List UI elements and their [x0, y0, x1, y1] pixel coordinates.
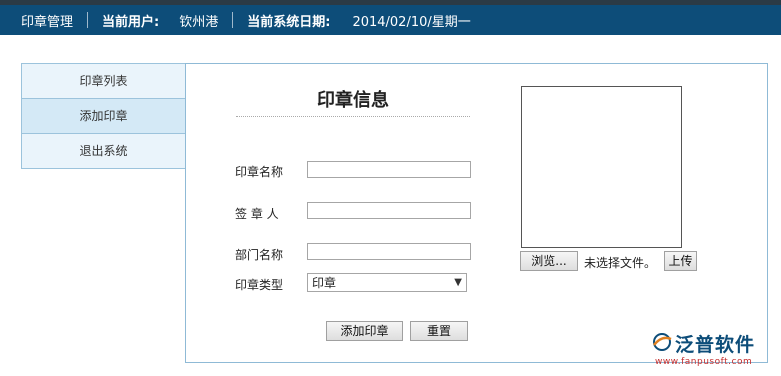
browse-button[interactable]: 浏览...: [520, 251, 578, 271]
seal-name-input[interactable]: [307, 161, 471, 178]
sidebar-item-seal-list[interactable]: 印章列表: [22, 64, 185, 99]
department-input[interactable]: [307, 243, 471, 260]
form-title: 印章信息: [236, 86, 470, 117]
signer-label: 签 章 人: [235, 207, 279, 221]
chevron-down-icon: ▼: [454, 277, 462, 288]
sidebar-menu: 印章列表 添加印章 退出系统: [21, 63, 186, 169]
seal-type-select[interactable]: 印章 ▼: [307, 273, 467, 292]
logo-url: www.fanpusoft.com: [655, 357, 753, 367]
upload-button[interactable]: 上传: [664, 251, 697, 271]
seal-form-panel: 印章信息 印章名称 签 章 人 部门名称 印章类型 印章 ▼ 添加印章 重置 浏…: [185, 63, 768, 363]
add-seal-button[interactable]: 添加印章: [326, 321, 403, 341]
app-name: 印章管理: [21, 14, 74, 30]
header-divider: [87, 12, 89, 28]
header-divider: [232, 12, 234, 28]
fanpu-logo: 泛普软件 www.fanpusoft.com: [651, 330, 776, 370]
current-user-label: 当前用户:: [102, 14, 160, 30]
reset-button[interactable]: 重置: [410, 321, 468, 341]
seal-name-label: 印章名称: [235, 165, 284, 179]
header-bar: 印章管理 当前用户: 钦州港 当前系统日期: 2014/02/10/星期一: [0, 5, 781, 35]
signer-input[interactable]: [307, 202, 471, 219]
current-user-value: 钦州港: [179, 14, 219, 30]
system-date-value: 2014/02/10/星期一: [352, 14, 471, 30]
seal-image-preview: [521, 86, 682, 248]
system-date-label: 当前系统日期:: [247, 14, 331, 30]
seal-type-selected: 印章: [312, 276, 337, 290]
logo-mark-icon: [653, 333, 672, 351]
seal-type-label: 印章类型: [235, 278, 284, 292]
sidebar-item-logout[interactable]: 退出系统: [22, 134, 185, 169]
file-status-text: 未选择文件。: [584, 256, 657, 270]
logo-text: 泛普软件: [675, 334, 756, 356]
department-label: 部门名称: [235, 248, 284, 262]
sidebar-item-add-seal[interactable]: 添加印章: [22, 99, 185, 134]
